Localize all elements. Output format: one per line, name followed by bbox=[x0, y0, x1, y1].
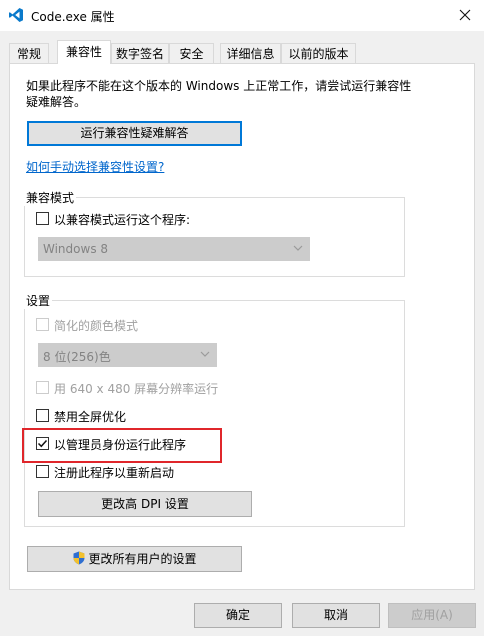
register-restart-checkbox[interactable] bbox=[36, 465, 49, 478]
change-dpi-button[interactable]: 更改高 DPI 设置 bbox=[38, 491, 252, 517]
manual-compat-link[interactable]: 如何手动选择兼容性设置? bbox=[26, 158, 164, 175]
close-icon bbox=[459, 9, 471, 21]
tab-compatibility[interactable]: 兼容性 bbox=[57, 40, 111, 64]
chevron-down-icon bbox=[293, 245, 303, 251]
run-troubleshooter-button[interactable]: 运行兼容性疑难解答 bbox=[27, 121, 242, 146]
change-all-users-button[interactable]: 更改所有用户的设置 bbox=[27, 546, 242, 572]
compat-os-select[interactable]: Windows 8 bbox=[38, 237, 310, 261]
uac-shield-icon bbox=[73, 551, 85, 565]
tab-previous-versions[interactable]: 以前的版本 bbox=[281, 43, 356, 63]
reduced-color-checkbox[interactable] bbox=[36, 318, 49, 331]
ok-button[interactable]: 确定 bbox=[194, 603, 282, 628]
close-button[interactable] bbox=[450, 3, 480, 27]
change-all-users-label: 更改所有用户的设置 bbox=[88, 552, 197, 566]
compat-os-select-value: Windows 8 bbox=[43, 242, 109, 256]
window-title: Code.exe 属性 bbox=[31, 10, 115, 24]
title-bar: Code.exe 属性 bbox=[0, 0, 484, 31]
tab-digital-signature[interactable]: 数字签名 bbox=[111, 43, 169, 63]
tab-security[interactable]: 安全 bbox=[169, 43, 214, 63]
run-as-admin-label: 以管理员身份运行此程序 bbox=[54, 438, 187, 452]
res-640-checkbox[interactable] bbox=[36, 381, 49, 394]
tab-general[interactable]: 常规 bbox=[9, 43, 49, 63]
disable-fullscreen-label: 禁用全屏优化 bbox=[54, 410, 127, 424]
disable-fullscreen-checkbox[interactable] bbox=[36, 409, 49, 422]
compat-mode-checkbox-label: 以兼容模式运行这个程序: bbox=[54, 213, 191, 227]
compatibility-panel: 如果此程序不能在这个版本的 Windows 上正常工作，请尝试运行兼容性疑难解答… bbox=[9, 63, 475, 590]
apply-button[interactable]: 应用(A) bbox=[388, 603, 476, 628]
register-restart-label: 注册此程序以重新启动 bbox=[54, 466, 175, 480]
vscode-icon bbox=[9, 8, 23, 22]
tab-details[interactable]: 详细信息 bbox=[220, 43, 281, 63]
compat-mode-checkbox[interactable] bbox=[36, 212, 49, 225]
compat-description: 如果此程序不能在这个版本的 Windows 上正常工作，请尝试运行兼容性疑难解答… bbox=[26, 79, 412, 109]
compat-mode-group-label: 兼容模式 bbox=[24, 189, 77, 206]
color-mode-select-value: 8 位(256)色 bbox=[43, 350, 111, 364]
color-mode-select[interactable]: 8 位(256)色 bbox=[38, 343, 217, 367]
settings-group-label: 设置 bbox=[24, 292, 53, 309]
run-as-admin-checkbox[interactable] bbox=[36, 437, 49, 450]
reduced-color-label: 简化的颜色模式 bbox=[54, 319, 139, 333]
cancel-button[interactable]: 取消 bbox=[292, 603, 380, 628]
chevron-down-icon bbox=[200, 351, 210, 357]
res-640-label: 用 640 x 480 屏幕分辨率运行 bbox=[54, 382, 219, 396]
checkmark-icon bbox=[37, 439, 48, 448]
